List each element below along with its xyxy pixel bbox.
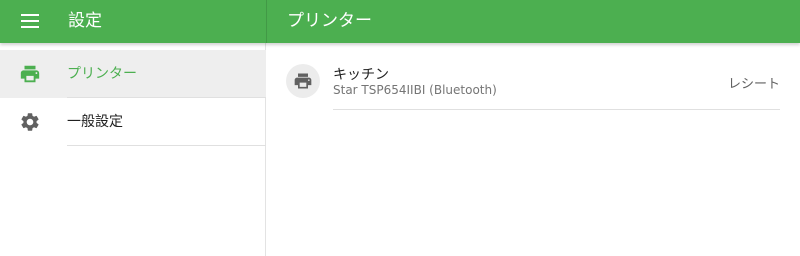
app-bar: 設定 プリンター [0, 0, 800, 43]
printer-icon [20, 65, 40, 83]
printer-name: キッチン [333, 67, 389, 83]
sidebar-title: 設定 [68, 11, 102, 31]
gear-icon [21, 113, 39, 131]
appbar-divider [266, 0, 267, 43]
sidebar-item-label: プリンター [67, 66, 137, 82]
list-divider [333, 109, 780, 110]
sidebar-item-printers[interactable]: プリンター [0, 50, 266, 98]
printer-icon [294, 73, 312, 89]
sidebar-item-label: 一般設定 [67, 114, 123, 130]
sidebar: プリンター 一般設定 [0, 43, 266, 256]
printer-list: キッチン Star TSP654IIBI (Bluetooth) レシート [267, 43, 800, 256]
page-title: プリンター [287, 11, 372, 31]
list-item[interactable]: キッチン Star TSP654IIBI (Bluetooth) レシート [267, 50, 800, 110]
sidebar-divider [67, 145, 266, 146]
menu-icon [21, 14, 39, 28]
sidebar-item-general-settings[interactable]: 一般設定 [0, 98, 266, 146]
printer-role: レシート [727, 77, 780, 92]
menu-button[interactable] [16, 9, 44, 33]
printer-avatar [286, 64, 320, 98]
app-root: 設定 プリンター プリンター 一般設定 キッチン Star TSP654IIBI… [0, 0, 800, 256]
printer-model: Star TSP654IIBI (Bluetooth) [333, 83, 497, 97]
